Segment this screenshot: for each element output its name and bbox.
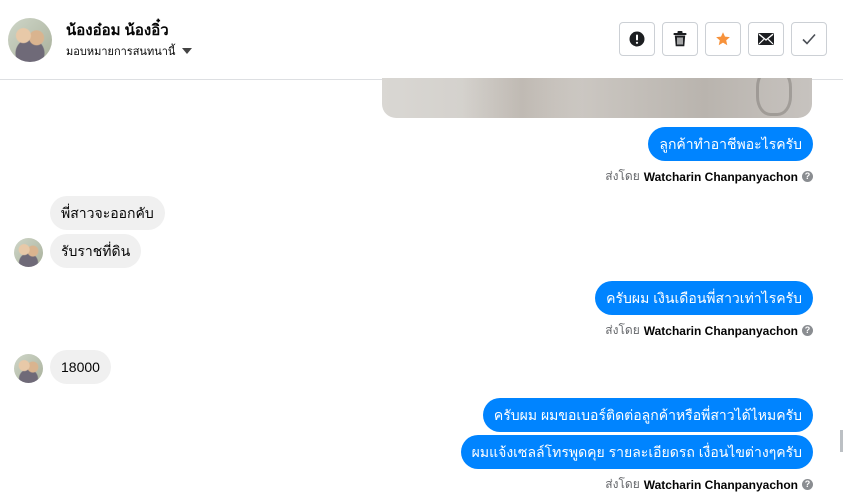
mail-icon	[758, 33, 774, 45]
agent-name: Watcharin Chanpanyachon	[643, 323, 798, 338]
sent-by-prefix: ส่งโดย	[605, 169, 640, 183]
contact-avatar[interactable]	[8, 18, 52, 62]
agent-name: Watcharin Chanpanyachon	[643, 169, 798, 184]
mark-done-button[interactable]	[791, 22, 827, 56]
assign-conversation-dropdown[interactable]: มอบหมายการสนทนานี้	[66, 42, 193, 60]
sent-by-prefix: ส่งโดย	[605, 477, 640, 491]
assign-label: มอบหมายการสนทนานี้	[66, 46, 176, 58]
outgoing-message[interactable]: ครับผม ผมขอเบอร์ติดต่อลูกค้าหรือพี่สาวได…	[482, 398, 813, 432]
outgoing-message[interactable]: ผมแจ้งเซลล์โทรพูดคุย รายละเอียดรถ เงื่อน…	[460, 435, 813, 469]
mark-unread-button[interactable]	[748, 22, 784, 56]
alert-icon	[629, 31, 645, 47]
help-icon[interactable]: ?	[802, 171, 813, 182]
incoming-message[interactable]: รับราชที่ดิน	[50, 234, 142, 268]
sent-by-prefix: ส่งโดย	[605, 323, 640, 337]
shared-photo-attachment[interactable]	[382, 78, 812, 118]
sent-by-label: ส่งโดย Watcharin Chanpanyachon ?	[605, 321, 813, 340]
outgoing-message[interactable]: ครับผม เงินเดือนพี่สาวเท่าไรครับ	[595, 281, 813, 315]
incoming-message[interactable]: 18000	[50, 350, 111, 384]
outgoing-message[interactable]: ลูกค้าทำอาชีพอะไรครับ	[648, 127, 813, 161]
contact-name[interactable]: น้องอ๋อม น้องอิ๋ว	[66, 18, 169, 42]
agent-name: Watcharin Chanpanyachon	[643, 477, 798, 492]
help-icon[interactable]: ?	[802, 325, 813, 336]
sent-by-label: ส่งโดย Watcharin Chanpanyachon ?	[605, 167, 813, 186]
trash-icon	[673, 31, 687, 47]
contact-avatar-small[interactable]	[14, 354, 43, 383]
conversation-header: น้องอ๋อม น้องอิ๋ว มอบหมายการสนทนานี้	[0, 0, 843, 80]
delete-button[interactable]	[662, 22, 698, 56]
help-icon[interactable]: ?	[802, 479, 813, 490]
incoming-message[interactable]: พี่สาวจะออกคับ	[50, 196, 165, 230]
star-button[interactable]	[705, 22, 741, 56]
mark-spam-button[interactable]	[619, 22, 655, 56]
check-icon	[802, 33, 816, 45]
sent-by-label: ส่งโดย Watcharin Chanpanyachon ?	[605, 475, 813, 494]
contact-avatar-small[interactable]	[14, 238, 43, 267]
star-icon	[716, 32, 730, 46]
caret-down-icon	[182, 48, 193, 54]
